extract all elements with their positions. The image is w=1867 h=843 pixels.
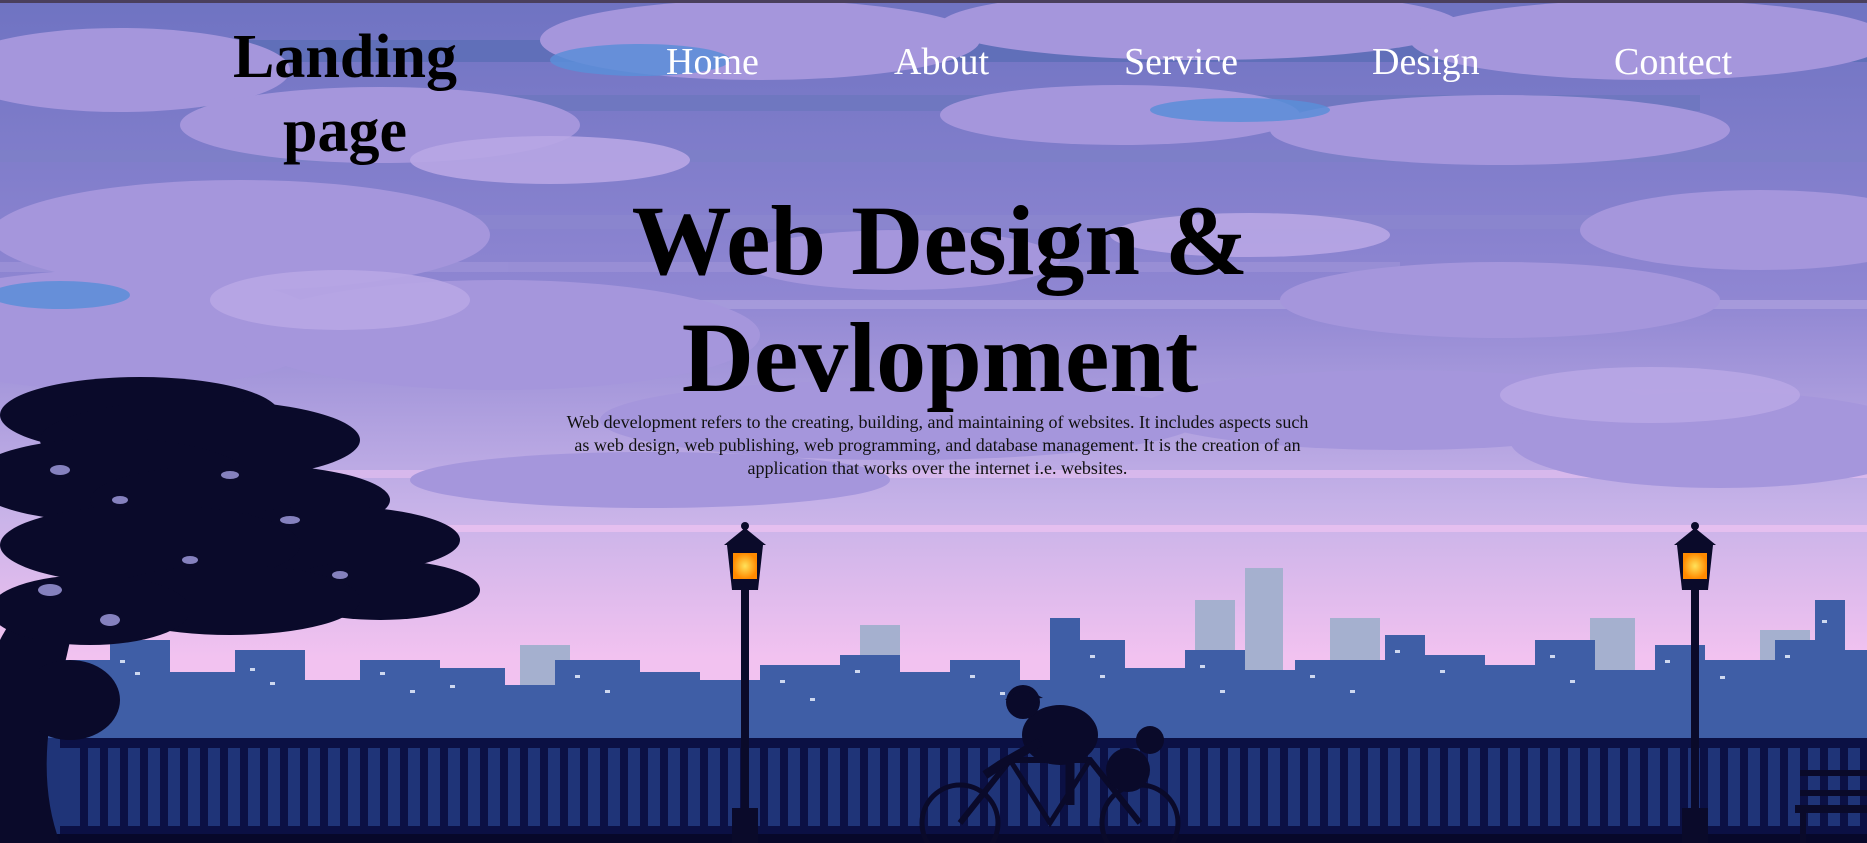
ground	[0, 834, 1867, 843]
nav-contect-link[interactable]: Contect	[1614, 38, 1732, 86]
nav-service-link[interactable]: Service	[1124, 38, 1238, 86]
hero-description: Web development refers to the creating, …	[566, 412, 1309, 478]
nav-home-link[interactable]: Home	[666, 38, 759, 86]
nav-about-link[interactable]: About	[894, 38, 989, 86]
hero-title: Web Design & Devlopment	[631, 185, 1249, 413]
nav-design-link[interactable]: Design	[1372, 38, 1480, 86]
main-nav: Home About Service Design Contect	[0, 38, 1867, 88]
top-border	[0, 0, 1867, 3]
